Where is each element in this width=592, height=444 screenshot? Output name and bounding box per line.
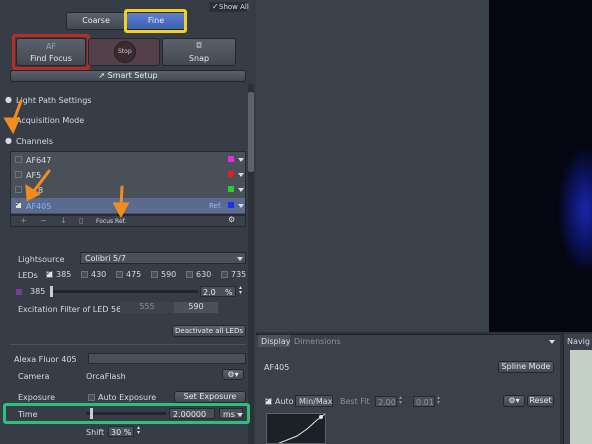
annotation-arrow-channel	[32, 169, 51, 193]
annotation-arrows	[3, 99, 130, 219]
